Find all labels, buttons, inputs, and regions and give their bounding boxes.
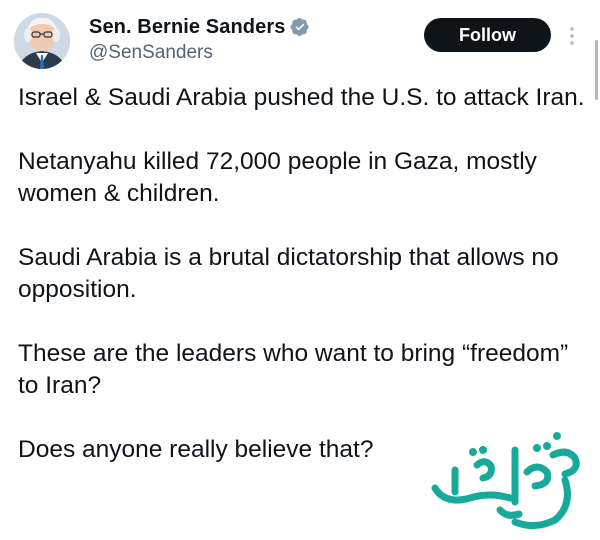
tweet-header: Sen. Bernie Sanders @SenSanders Follow [0, 0, 600, 80]
tweet-paragraph: Netanyahu killed 72,000 people in Gaza, … [18, 148, 537, 207]
tweet-paragraph: Israel & Saudi Arabia pushed the U.S. to… [18, 84, 585, 111]
avatar-image [14, 13, 70, 69]
tweet-paragraph: Saudi Arabia is a brutal dictatorship th… [18, 244, 559, 303]
verified-badge-icon [290, 17, 310, 37]
author-display-name[interactable]: Sen. Bernie Sanders [89, 16, 285, 39]
avatar[interactable] [14, 13, 70, 69]
watermark-logo [415, 410, 595, 535]
scrollbar[interactable] [595, 40, 598, 100]
tweet-paragraph: These are the leaders who want to bring … [18, 340, 569, 399]
follow-button[interactable]: Follow [424, 18, 551, 52]
author-handle[interactable]: @SenSanders [89, 42, 213, 64]
more-vertical-icon[interactable] [566, 24, 578, 48]
author-name-row: Sen. Bernie Sanders [89, 14, 310, 40]
